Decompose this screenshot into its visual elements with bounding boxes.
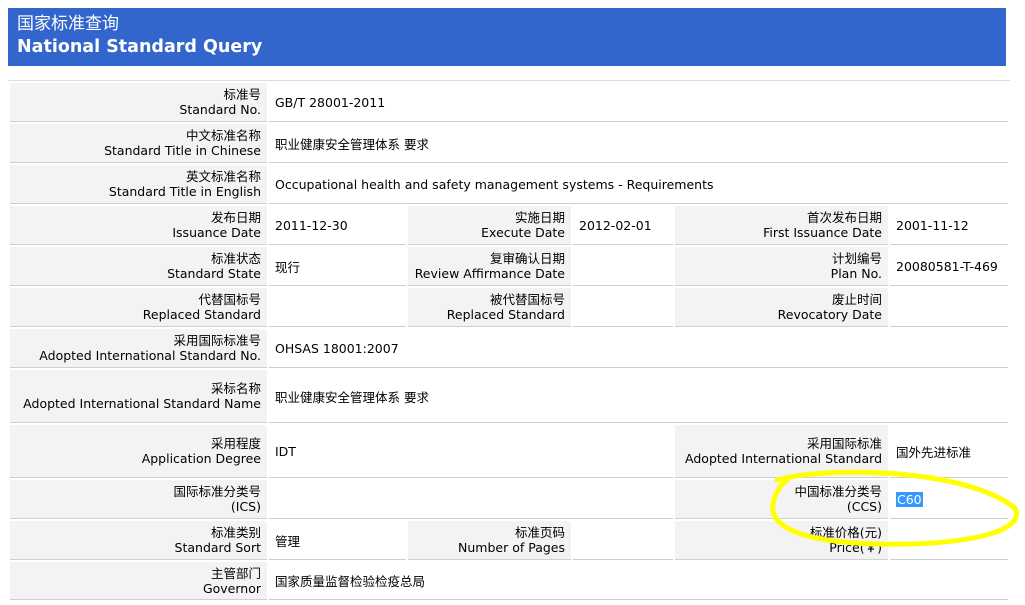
price-value bbox=[890, 521, 1009, 560]
ics-value bbox=[269, 480, 673, 519]
adopted-intl-standard-label: 采用国际标准 Adopted International Standard bbox=[675, 425, 888, 478]
replaced-standard-value bbox=[269, 288, 406, 327]
plan-no-label: 计划编号 Plan No. bbox=[675, 247, 888, 286]
issuance-date-value: 2011-12-30 bbox=[269, 206, 406, 245]
adopted-intl-no-label: 采用国际标准号 Adopted International Standard No… bbox=[10, 329, 267, 368]
table-row: 标准类别 Standard Sort 管理 标准页码 Number of Pages… bbox=[10, 521, 1009, 560]
issuance-date-label: 发布日期 Issuance Date bbox=[10, 206, 267, 245]
standard-state-label: 标准状态 Standard State bbox=[10, 247, 267, 286]
table-row: 发布日期 Issuance Date 2011-12-30 实施日期 Execute… bbox=[10, 206, 1009, 245]
replaced-by-standard-label: 被代替国标号 Replaced Standard bbox=[408, 288, 571, 327]
revocatory-date-value bbox=[890, 288, 1009, 327]
review-affirmance-date-label: 复审确认日期 Review Affirmance Date bbox=[408, 247, 571, 286]
table-row: 主管部门 Governor 国家质量监督检验检疫总局 bbox=[10, 562, 1009, 600]
adopted-intl-standard-value: 国外先进标准 bbox=[890, 425, 1009, 478]
table-row: 采用国际标准号 Adopted International Standard No… bbox=[10, 329, 1009, 368]
application-degree-value: IDT bbox=[269, 425, 673, 478]
first-issuance-date-label: 首次发布日期 First Issuance Date bbox=[675, 206, 888, 245]
page-title-cn: 国家标准查询 bbox=[17, 14, 119, 34]
application-degree-label: 采用程度 Application Degree bbox=[10, 425, 267, 478]
title-chinese-label: 中文标准名称 Standard Title in Chinese bbox=[10, 124, 267, 163]
first-issuance-date-value: 2001-11-12 bbox=[890, 206, 1009, 245]
page-header: 国家标准查询 National Standard Query bbox=[8, 8, 1006, 66]
execute-date-value: 2012-02-01 bbox=[573, 206, 673, 245]
adopted-intl-name-label: 采标名称 Adopted International Standard Name bbox=[10, 370, 267, 423]
ccs-value[interactable]: C60 bbox=[896, 491, 923, 507]
governor-label: 主管部门 Governor bbox=[10, 562, 267, 600]
replaced-by-standard-value bbox=[573, 288, 673, 327]
title-chinese-value: 职业健康安全管理体系 要求 bbox=[269, 124, 1009, 163]
ccs-label: 中国标准分类号 (CCS) bbox=[675, 480, 888, 519]
review-affirmance-date-value bbox=[573, 247, 673, 286]
revocatory-date-label: 废止时间 Revocatory Date bbox=[675, 288, 888, 327]
table-row: 标准状态 Standard State 现行 复审确认日期 Review Affir… bbox=[10, 247, 1009, 286]
table-row: 国际标准分类号 (ICS) 中国标准分类号 (CCS) C60 bbox=[10, 480, 1009, 519]
table-row: 代替国标号 Replaced Standard 被代替国标号 Replaced St… bbox=[10, 288, 1009, 327]
adopted-intl-no-value: OHSAS 18001:2007 bbox=[269, 329, 1009, 368]
standard-state-value: 现行 bbox=[269, 247, 406, 286]
number-of-pages-value bbox=[573, 521, 673, 560]
number-of-pages-label: 标准页码 Number of Pages bbox=[408, 521, 571, 560]
ics-label: 国际标准分类号 (ICS) bbox=[10, 480, 267, 519]
standard-sort-value: 管理 bbox=[269, 521, 406, 560]
page-title-en: National Standard Query bbox=[17, 37, 263, 57]
replaced-standard-label: 代替国标号 Replaced Standard bbox=[10, 288, 267, 327]
title-english-label: 英文标准名称 Standard Title in English bbox=[10, 165, 267, 204]
execute-date-label: 实施日期 Execute Date bbox=[408, 206, 571, 245]
title-english-value: Occupational health and safety managemen… bbox=[269, 165, 1009, 204]
table-row: 采用程度 Application Degree IDT 采用国际标准 Adopted… bbox=[10, 425, 1009, 478]
standard-sort-label: 标准类别 Standard Sort bbox=[10, 521, 267, 560]
table-row: 英文标准名称 Standard Title in English Occupati… bbox=[10, 165, 1009, 204]
adopted-intl-name-value: 职业健康安全管理体系 要求 bbox=[269, 370, 1009, 423]
standard-no-value: GB/T 28001-2011 bbox=[269, 83, 1009, 122]
governor-value: 国家质量监督检验检疫总局 bbox=[269, 562, 1009, 600]
standard-info-table: 标准号 Standard No. GB/T 28001-2011 中文标准名称 St… bbox=[8, 80, 1011, 602]
standard-no-label: 标准号 Standard No. bbox=[10, 83, 267, 122]
plan-no-value: 20080581-T-469 bbox=[890, 247, 1009, 286]
table-row: 采标名称 Adopted International Standard Name … bbox=[10, 370, 1009, 423]
table-row: 标准号 Standard No. GB/T 28001-2011 bbox=[10, 83, 1009, 122]
table-row: 中文标准名称 Standard Title in Chinese 职业健康安全管理… bbox=[10, 124, 1009, 163]
ccs-value-cell: C60 bbox=[890, 480, 1009, 519]
price-label: 标准价格(元) Price(￥) bbox=[675, 521, 888, 560]
